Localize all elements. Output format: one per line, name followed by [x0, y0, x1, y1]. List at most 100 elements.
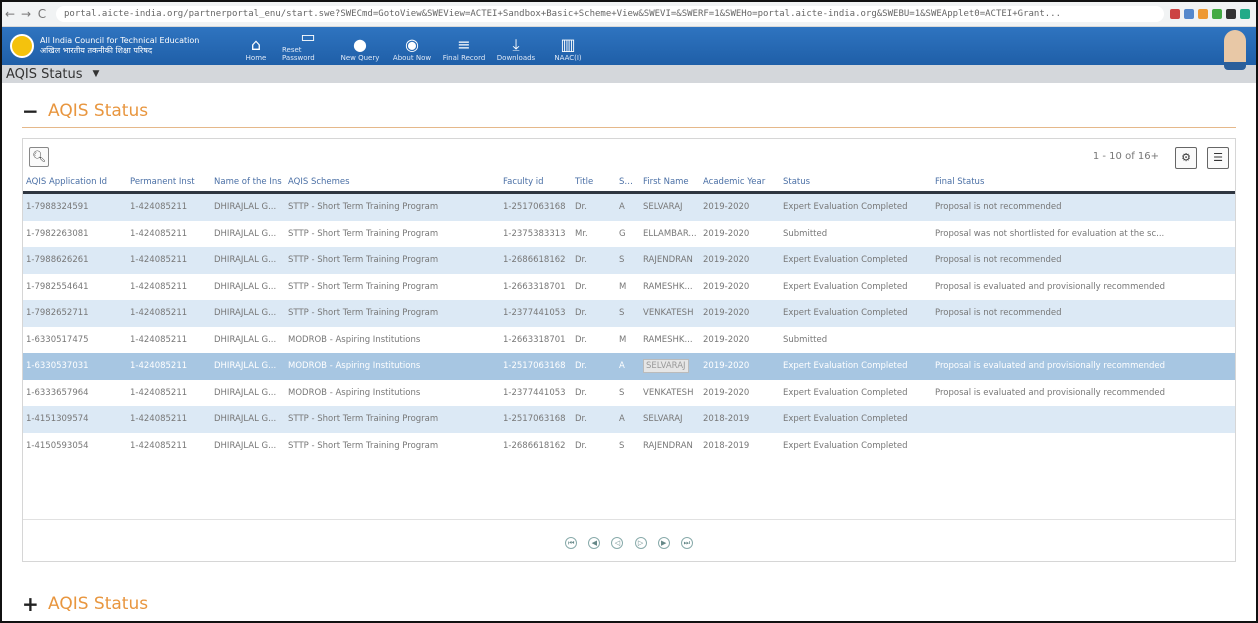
- table-cell: [932, 406, 1235, 433]
- extension-icon[interactable]: [1240, 9, 1250, 19]
- back-icon[interactable]: ←: [2, 7, 18, 21]
- table-row[interactable]: 1-7982554641 1-424085211 DHIRAJLAL G... STT…: [23, 274, 1235, 301]
- nav-item-about-now[interactable]: ◉ About Now: [386, 36, 438, 65]
- table-cell: Submitted: [783, 228, 828, 239]
- table-cell: Expert Evaluation Completed: [780, 353, 932, 380]
- first-name-field[interactable]: SELVARAJ: [643, 359, 689, 374]
- grid-toolbar: 🔍︎ 1 - 10 of 16+ ⚙ ☰: [23, 139, 1235, 173]
- prev-page-icon[interactable]: ◀: [588, 537, 601, 549]
- browser-toolbar: ← → C portal.aicte-india.org/partnerport…: [2, 2, 1256, 27]
- table-cell: Dr.: [572, 300, 616, 327]
- table-cell: A: [616, 353, 640, 380]
- nav-item-home[interactable]: ⌂ Home: [230, 36, 282, 65]
- collapse-toggle[interactable]: −: [22, 99, 48, 123]
- column-header[interactable]: AQIS Application Id: [23, 173, 127, 194]
- table-body: 1-7988324591 1-424085211 DHIRAJLAL G... STT…: [23, 192, 1235, 460]
- search-icon[interactable]: 🔍︎: [29, 147, 49, 167]
- table-cell: Dr.: [572, 192, 616, 221]
- extension-icon[interactable]: [1184, 9, 1194, 19]
- address-bar[interactable]: portal.aicte-india.org/partnerportal_enu…: [56, 6, 1164, 22]
- next-record-icon[interactable]: ▷: [634, 537, 647, 549]
- expand-toggle[interactable]: +: [22, 592, 48, 616]
- table-row[interactable]: 1-6333657964 1-424085211 DHIRAJLAL G... MOD…: [23, 380, 1235, 407]
- table-cell: DHIRAJLAL G...: [211, 247, 285, 274]
- nav-item-label: Final Record: [442, 54, 486, 62]
- extension-icon[interactable]: [1226, 9, 1236, 19]
- app-header: All India Council for Technical Educatio…: [2, 27, 1256, 70]
- nav-item-new-query[interactable]: ● New Query: [334, 36, 386, 65]
- table-row[interactable]: 1-4150593054 1-424085211 DHIRAJLAL G... STT…: [23, 433, 1235, 460]
- extension-icon[interactable]: [1170, 9, 1180, 19]
- table-cell: 1-6330517475: [26, 334, 89, 345]
- table-cell: 1-7988626261: [23, 247, 127, 274]
- nav-item-naac-i-[interactable]: ▥ NAAC(I): [542, 36, 594, 65]
- list-icon: ≡: [457, 35, 471, 54]
- next-page-icon[interactable]: ▶: [657, 537, 670, 549]
- last-page-icon[interactable]: ⏭: [680, 537, 693, 549]
- section-title-collapsed: AQIS Status: [48, 594, 149, 614]
- table-cell: Dr.: [575, 334, 587, 345]
- reload-icon[interactable]: C: [34, 7, 50, 21]
- prev-record-icon[interactable]: ◁: [611, 537, 624, 549]
- table-cell: STTP - Short Term Training Program: [285, 192, 500, 221]
- org-name-english: All India Council for Technical Educatio…: [40, 36, 200, 45]
- table-cell: Proposal is evaluated and provisionally …: [932, 353, 1235, 380]
- table-cell: STTP - Short Term Training Program: [285, 406, 500, 433]
- column-header[interactable]: Title: [572, 173, 616, 194]
- table-cell: VENKATESH: [643, 387, 694, 398]
- table-row[interactable]: 1-7988324591 1-424085211 DHIRAJLAL G... STT…: [23, 192, 1235, 221]
- nav-item-label: New Query: [340, 54, 380, 62]
- table-row[interactable]: 1-7982652711 1-424085211 DHIRAJLAL G... STT…: [23, 300, 1235, 327]
- column-header[interactable]: First Name: [640, 173, 700, 194]
- extension-icons: [1170, 9, 1256, 19]
- user-avatar-icon[interactable]: [1224, 30, 1246, 70]
- table-row[interactable]: 1-6330517475 1-424085211 DHIRAJLAL G... MOD…: [23, 327, 1235, 354]
- table-cell: Proposal is not recommended: [932, 247, 1235, 274]
- table-row[interactable]: 1-6330537031 1-424085211 DHIRAJLAL G... MOD…: [23, 353, 1235, 380]
- table-row[interactable]: 1-7988626261 1-424085211 DHIRAJLAL G... STT…: [23, 247, 1235, 274]
- forward-icon[interactable]: →: [18, 7, 34, 21]
- table-cell: MODROB - Aspiring Institutions: [288, 334, 421, 345]
- section-title: AQIS Status: [48, 101, 149, 121]
- table-cell: A: [616, 192, 640, 221]
- table-cell: 1-6333657964: [26, 387, 89, 398]
- caret-down-icon[interactable]: ▼: [93, 69, 100, 79]
- table-cell: RAJENDRAN: [643, 440, 693, 451]
- menu-icon[interactable]: ☰: [1207, 147, 1229, 169]
- sub-header-title[interactable]: AQIS Status: [6, 67, 83, 82]
- gear-icon[interactable]: ⚙: [1175, 147, 1197, 169]
- table-cell: ELLAMBAR...: [643, 228, 697, 239]
- table-cell: S: [616, 247, 640, 274]
- table-cell: DHIRAJLAL G...: [211, 353, 285, 380]
- column-header[interactable]: Surn: [616, 173, 640, 194]
- column-header[interactable]: Academic Year: [700, 173, 780, 194]
- table-cell: Dr.: [575, 387, 587, 398]
- table-row[interactable]: 1-7982263081 1-424085211 DHIRAJLAL G... STT…: [23, 221, 1235, 248]
- home-icon: ⌂: [250, 35, 262, 54]
- column-header[interactable]: Faculty id: [500, 173, 572, 194]
- nav-item-downloads[interactable]: ⤓ Downloads: [490, 36, 542, 65]
- column-header[interactable]: Status: [780, 173, 932, 194]
- table-cell: Proposal is not recommended: [932, 192, 1235, 221]
- extension-icon[interactable]: [1198, 9, 1208, 19]
- table-cell: 1-424085211: [130, 281, 188, 292]
- column-header[interactable]: AQIS Schemes: [285, 173, 500, 194]
- table-row[interactable]: 1-4151309574 1-424085211 DHIRAJLAL G... STT…: [23, 406, 1235, 433]
- table-cell: 1-2375383313: [503, 228, 566, 239]
- table-cell: Proposal is not recommended: [932, 300, 1235, 327]
- table-cell: MODROB - Aspiring Institutions: [288, 387, 421, 398]
- table-cell: M: [619, 334, 627, 345]
- table-cell: STTP - Short Term Training Program: [285, 247, 500, 274]
- column-header[interactable]: Final Status: [932, 173, 1235, 194]
- table-cell: 2019-2020: [703, 334, 750, 345]
- nav-item-reset-password[interactable]: ▭ Reset Password: [282, 28, 334, 65]
- org-name-hindi: अखिल भारतीय तकनीकी शिक्षा परिषद: [40, 46, 153, 55]
- table-cell: Expert Evaluation Completed: [783, 281, 908, 292]
- table-cell: DHIRAJLAL G...: [214, 281, 277, 292]
- column-header[interactable]: Permanent Inst: [127, 173, 211, 194]
- first-page-icon[interactable]: ⏮: [565, 537, 578, 549]
- column-header[interactable]: Name of the Ins: [211, 173, 285, 194]
- nav-item-final-record[interactable]: ≡ Final Record: [438, 36, 490, 65]
- table-cell: 1-4151309574: [23, 406, 127, 433]
- extension-icon[interactable]: [1212, 9, 1222, 19]
